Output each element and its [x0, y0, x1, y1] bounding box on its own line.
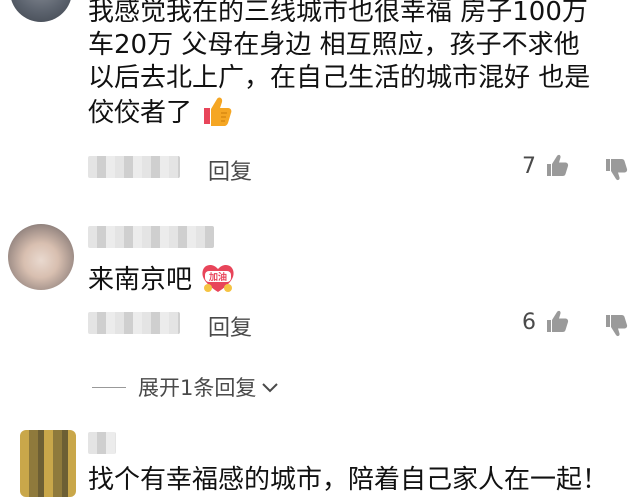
- username-blurred: [88, 432, 116, 454]
- chevron-down-icon: [262, 383, 279, 393]
- username-blurred: [88, 156, 180, 178]
- thumbs-up-emoji-icon: [204, 97, 232, 126]
- comment-line: 车20万 父母在身边 相互照应，孩子不求他: [88, 30, 580, 60]
- expand-replies-label: 展开1条回复: [138, 376, 257, 400]
- username-blurred: [88, 226, 214, 248]
- comment-line-text: 找个有幸福感的城市，陪着自己家人在一起！: [88, 465, 609, 495]
- dislike-icon[interactable]: [603, 156, 629, 182]
- reply-button[interactable]: 回复: [208, 310, 252, 342]
- avatar[interactable]: [10, 0, 72, 22]
- cheer-heart-emoji-icon: 加油: [202, 264, 234, 292]
- reply-button[interactable]: 回复: [208, 154, 252, 186]
- like-icon[interactable]: [544, 153, 570, 179]
- comment-line: 以后去北上广，在自己生活的城市混好 也是: [88, 63, 591, 93]
- divider-line: [92, 386, 126, 388]
- comment-text: 找个有幸福感的城市，陪着自己家人在一起！: [88, 464, 608, 497]
- like-count: 6: [522, 310, 536, 335]
- expand-replies-button[interactable]: 展开1条回复: [92, 374, 280, 400]
- emoji-label: 加油: [208, 271, 227, 283]
- comment-line: 佼佼者了: [88, 95, 590, 130]
- avatar[interactable]: [20, 430, 76, 497]
- comment-text: 我感觉我在的三线城市也很幸福 房子100万 车20万 父母在身边 相互照应，孩子…: [88, 0, 590, 130]
- like-icon[interactable]: [544, 309, 570, 335]
- dislike-icon[interactable]: [603, 312, 629, 338]
- username-blurred: [88, 312, 180, 334]
- like-count: 7: [522, 154, 536, 179]
- comment-line-text: 佼佼者了: [88, 98, 193, 128]
- comment-line: 我感觉我在的三线城市也很幸福 房子100万: [88, 0, 588, 27]
- comment-text: 来南京吧 加油: [88, 262, 236, 297]
- avatar[interactable]: [8, 224, 74, 290]
- comment-line-text: 来南京吧: [88, 265, 193, 295]
